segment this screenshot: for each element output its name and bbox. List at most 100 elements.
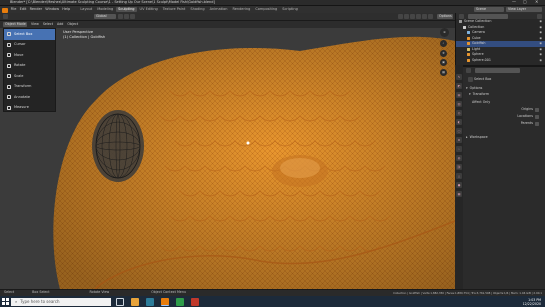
- tool-measure[interactable]: Measure: [4, 103, 55, 114]
- checkbox[interactable]: [535, 107, 539, 112]
- workspace-tab-layout[interactable]: Layout: [78, 7, 95, 13]
- tool-rotate[interactable]: Rotate: [4, 61, 55, 72]
- menu-view[interactable]: View: [29, 22, 41, 26]
- blender-taskbar-icon[interactable]: [161, 297, 169, 306]
- visibility-eye-icon[interactable]: ◉: [539, 47, 542, 51]
- data-tab-icon[interactable]: △: [456, 173, 462, 179]
- viewport-info: User Perspective (1) Collection | Goldfi…: [63, 30, 105, 40]
- workspace-tab-compositing[interactable]: Compositing: [253, 7, 280, 13]
- visibility-eye-icon[interactable]: ◉: [539, 42, 542, 45]
- physics-tab-icon[interactable]: ◍: [456, 155, 462, 161]
- view-layer-tab-icon[interactable]: ▥: [456, 101, 462, 107]
- axis-gizmo-icon[interactable]: ⊕: [440, 28, 449, 37]
- minimize-icon[interactable]: —: [512, 0, 516, 4]
- recorder-taskbar-icon[interactable]: [191, 297, 199, 306]
- shading-material-icon[interactable]: [428, 14, 433, 19]
- filter-icon[interactable]: [537, 13, 542, 19]
- workspace-tab-texture-paint[interactable]: Texture Paint: [160, 7, 188, 13]
- menu-help[interactable]: Help: [61, 7, 72, 12]
- editor-type-icon[interactable]: [3, 14, 8, 19]
- modifier-tab-icon[interactable]: ⚙: [456, 137, 462, 143]
- menu-select[interactable]: Select: [41, 22, 55, 26]
- taskbar-search-input[interactable]: ⌕ Type here to search: [11, 297, 111, 306]
- visibility-icon[interactable]: [398, 14, 403, 19]
- windows-start-icon[interactable]: [2, 298, 9, 305]
- workspace-tab-modeling[interactable]: Modeling: [95, 7, 116, 13]
- menu-window[interactable]: Window: [44, 7, 61, 12]
- visibility-eye-icon[interactable]: ◉: [539, 58, 542, 62]
- constraints-tab-icon[interactable]: ⛓: [456, 164, 462, 170]
- texture-tab-icon[interactable]: ▦: [456, 191, 462, 197]
- properties-editor-icon[interactable]: [466, 68, 471, 73]
- workspace-tab-scripting[interactable]: Scripting: [280, 7, 301, 13]
- edge-browser-icon[interactable]: [146, 297, 154, 306]
- visibility-eye-icon[interactable]: ◉: [539, 31, 542, 34]
- tool-annotate[interactable]: Annotate: [4, 92, 55, 103]
- 3d-viewport[interactable]: [0, 21, 455, 289]
- tool-cursor[interactable]: Cursor: [4, 40, 55, 51]
- scene-statistics: Collection | Goldfish | Verts:1,882,350 …: [393, 290, 542, 295]
- pan-icon[interactable]: ✥: [440, 49, 447, 57]
- proportional-edit-icon[interactable]: [130, 14, 135, 19]
- checkbox-label: Origins: [521, 106, 533, 111]
- object-tab-icon[interactable]: ▢: [456, 128, 462, 134]
- material-tab-icon[interactable]: ●: [456, 182, 462, 188]
- close-icon[interactable]: ✕: [535, 0, 538, 4]
- tool-tab-icon[interactable]: ✎: [456, 74, 462, 80]
- outliner-row-label: Sphere.001: [472, 57, 491, 62]
- outliner-row-label: Collection: [468, 24, 485, 29]
- options-dropdown[interactable]: Options: [437, 14, 453, 19]
- visibility-eye-icon[interactable]: ◉: [539, 25, 542, 29]
- status-hint-select: Select: [4, 290, 15, 295]
- menu-edit[interactable]: Edit: [18, 7, 28, 12]
- workspace-tab-uv-editing[interactable]: UV Editing: [137, 7, 160, 13]
- particles-tab-icon[interactable]: ∴: [456, 146, 462, 152]
- outliner-row[interactable]: Sphere.001 ◉: [456, 58, 545, 64]
- properties-search-input[interactable]: [475, 68, 520, 73]
- menu-object[interactable]: Object: [65, 22, 80, 26]
- camera-view-icon[interactable]: ▣: [440, 59, 447, 66]
- scene-selector[interactable]: Scene: [474, 7, 504, 12]
- tool-scale[interactable]: Scale: [4, 71, 55, 82]
- transform-subsection[interactable]: ▾ Transform: [469, 92, 545, 98]
- visibility-eye-icon[interactable]: ◉: [539, 36, 542, 40]
- outliner-search-input[interactable]: [468, 13, 508, 19]
- workspace-section[interactable]: ▸ Workspace: [466, 135, 545, 141]
- checkbox[interactable]: [535, 114, 539, 119]
- workspace-tab-sculpting[interactable]: Sculpting: [115, 6, 138, 13]
- overlay-icon[interactable]: [410, 14, 415, 19]
- workspace-tab-shading[interactable]: Shading: [188, 7, 207, 13]
- tool-transform[interactable]: Transform: [4, 82, 55, 93]
- workspace-tab-rendering[interactable]: Rendering: [230, 7, 253, 13]
- scene-tab-icon[interactable]: ◎: [456, 110, 462, 116]
- xray-icon[interactable]: [416, 14, 421, 19]
- menu-file[interactable]: File: [9, 7, 18, 12]
- workspace-tab-animation[interactable]: Animation: [207, 7, 230, 13]
- snap-icon[interactable]: [124, 14, 129, 19]
- world-tab-icon[interactable]: ◐: [456, 119, 462, 125]
- menu-render[interactable]: Render: [28, 7, 44, 12]
- checkbox[interactable]: [535, 121, 539, 126]
- tool-move[interactable]: Move: [4, 50, 55, 61]
- view-layer-selector[interactable]: View Layer: [506, 7, 542, 12]
- task-view-icon[interactable]: [116, 297, 124, 306]
- render-tab-icon[interactable]: ◩: [456, 83, 462, 89]
- taskbar-clock[interactable]: 1:03 PM 12/22/2020: [523, 298, 541, 306]
- zoom-icon[interactable]: ⌕: [440, 40, 447, 47]
- pivot-icon[interactable]: [118, 14, 123, 19]
- outliner-editor-icon[interactable]: [459, 13, 464, 19]
- orientation-dropdown[interactable]: Global: [94, 14, 116, 19]
- output-tab-icon[interactable]: ▤: [456, 92, 462, 98]
- tool-select-box[interactable]: Select Box: [4, 29, 55, 40]
- mode-dropdown[interactable]: Object Mode: [3, 22, 27, 27]
- file-explorer-icon[interactable]: [131, 297, 139, 306]
- shading-solid-icon[interactable]: [422, 14, 427, 19]
- app-taskbar-icon[interactable]: [176, 297, 184, 306]
- maximize-icon[interactable]: ▢: [523, 0, 527, 4]
- gizmo-icon[interactable]: [404, 14, 409, 19]
- blender-logo-icon[interactable]: [2, 7, 8, 13]
- menu-add[interactable]: Add: [55, 22, 65, 26]
- visibility-eye-icon[interactable]: ◉: [539, 53, 542, 56]
- visibility-eye-icon[interactable]: ◉: [539, 20, 542, 23]
- perspective-toggle-icon[interactable]: ▦: [440, 68, 447, 76]
